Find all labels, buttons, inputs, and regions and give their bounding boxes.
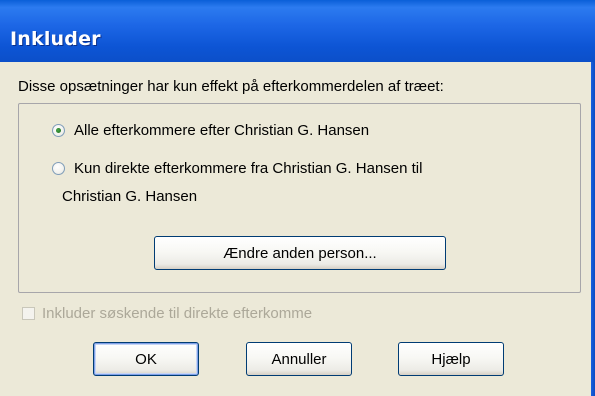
- include-siblings-checkbox: [22, 307, 35, 320]
- radio-all-descendants[interactable]: Alle efterkommere efter Christian G. Han…: [52, 122, 369, 142]
- radio-direct-label[interactable]: Kun direkte efterkommere fra Christian G…: [74, 158, 422, 180]
- help-button[interactable]: Hjælp: [398, 342, 504, 376]
- include-dialog: Inkluder Disse opsætninger har kun effek…: [0, 0, 595, 396]
- radio-direct-descendants[interactable]: Kun direkte efterkommere fra Christian G…: [52, 160, 422, 180]
- radio-all-indicator[interactable]: [52, 124, 65, 137]
- window-frame-right: [591, 62, 595, 396]
- include-siblings-row: Inkluder søskende til direkte efterkomme: [22, 305, 312, 322]
- include-siblings-label: Inkluder søskende til direkte efterkomme: [42, 305, 313, 322]
- title-bar[interactable]: Inkluder: [0, 0, 595, 62]
- change-person-button[interactable]: Ændre anden person...: [154, 236, 446, 270]
- radio-direct-indicator[interactable]: [52, 162, 65, 175]
- intro-text: Disse opsætninger har kun effekt på efte…: [18, 78, 444, 95]
- radio-all-label[interactable]: Alle efterkommere efter Christian G. Han…: [74, 120, 369, 142]
- cancel-button[interactable]: Annuller: [246, 342, 352, 376]
- dialog-title: Inkluder: [10, 28, 101, 50]
- ok-button[interactable]: OK: [93, 342, 199, 376]
- radio-direct-label-line2[interactable]: Christian G. Hansen: [62, 188, 197, 205]
